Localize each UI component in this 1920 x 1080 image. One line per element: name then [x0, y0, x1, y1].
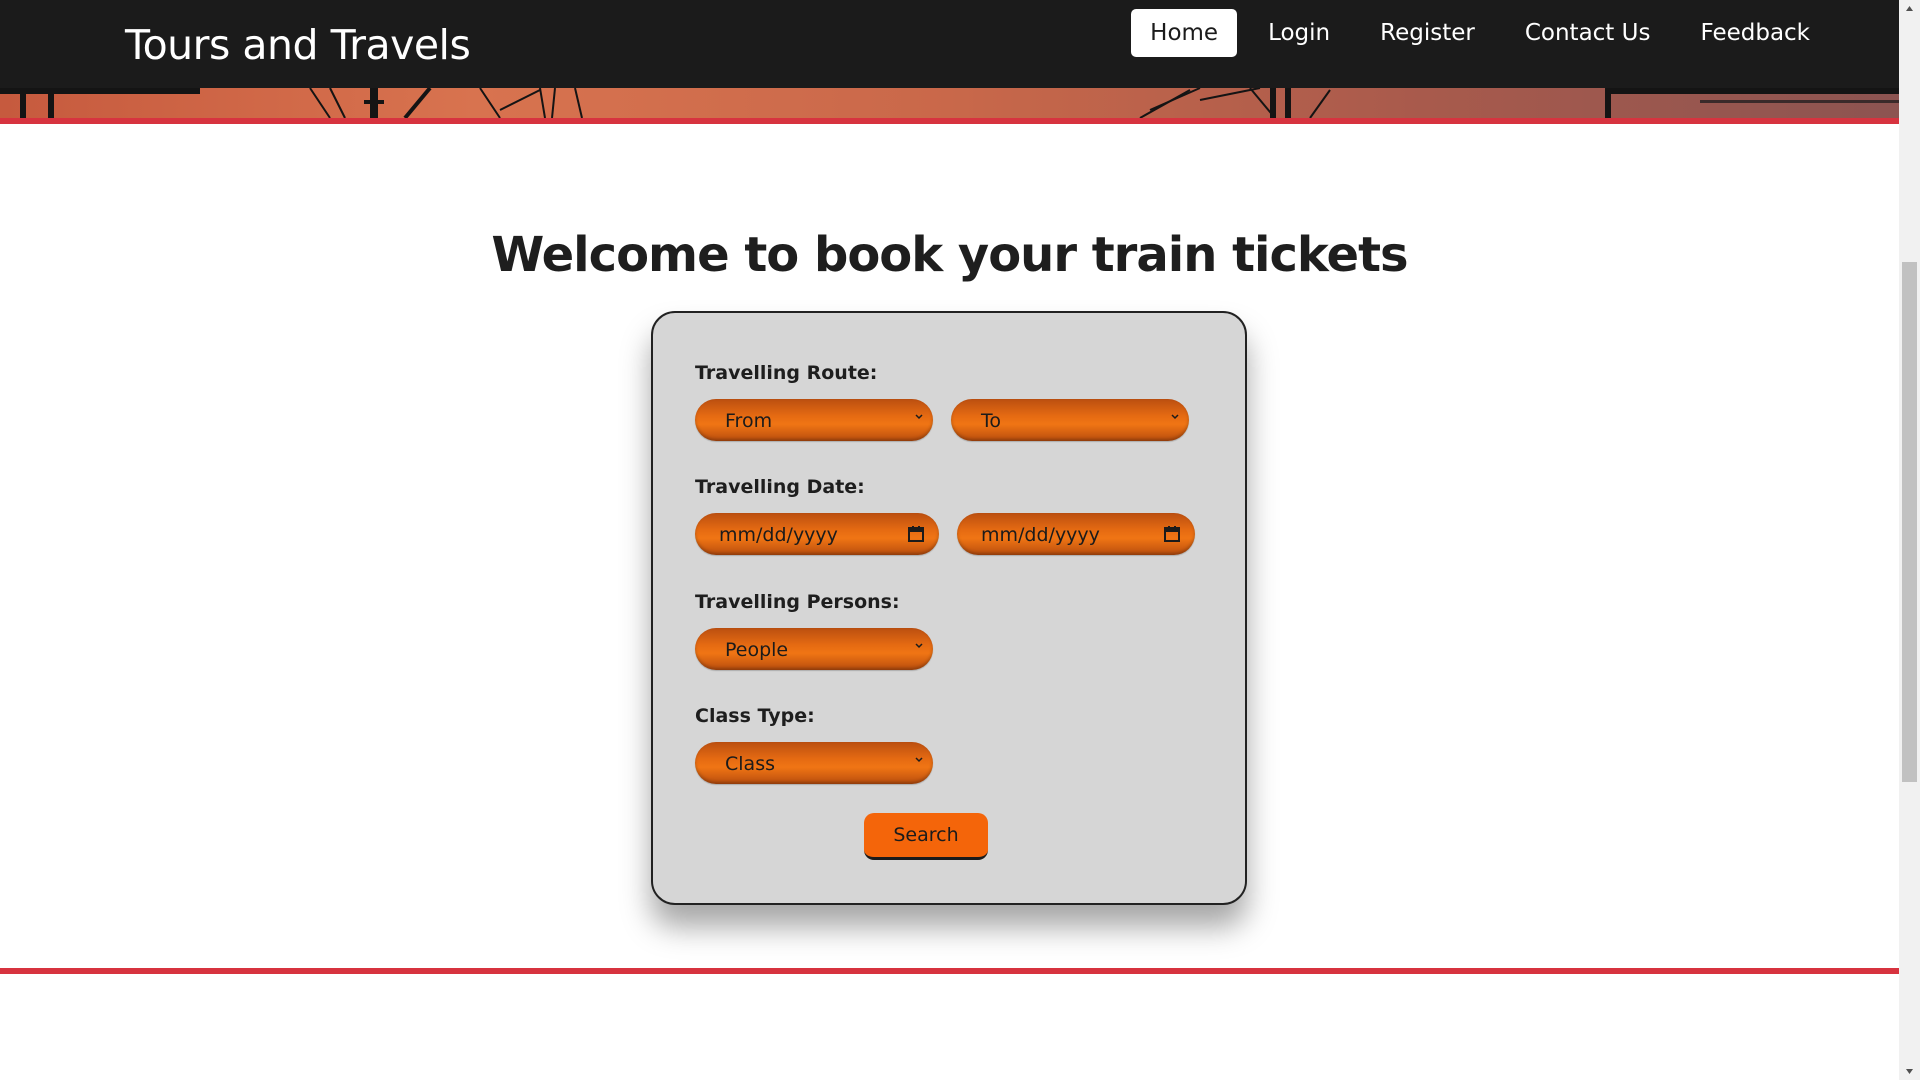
footer-divider	[0, 968, 1899, 974]
persons-select[interactable]: People	[695, 628, 933, 670]
nav-contact-us[interactable]: Contact Us	[1506, 9, 1670, 57]
brand-title[interactable]: Tours and Travels	[125, 16, 471, 74]
nav-home[interactable]: Home	[1131, 9, 1238, 57]
route-label: Travelling Route:	[695, 362, 878, 384]
class-select-value: Class	[725, 753, 775, 775]
date-label: Travelling Date:	[695, 476, 865, 498]
start-date-value: mm/dd/yyyy	[719, 524, 838, 546]
nav-menu: Home Login Register Contact Us Feedback	[1119, 9, 1829, 57]
page-viewport: Tours and Travels Home Login Register Co…	[0, 0, 1899, 1080]
search-button[interactable]: Search	[864, 813, 988, 860]
header-divider	[0, 118, 1899, 124]
calendar-icon[interactable]	[1163, 525, 1181, 543]
persons-select-value: People	[725, 639, 789, 661]
nav-login[interactable]: Login	[1249, 9, 1349, 57]
to-select[interactable]: To	[951, 399, 1189, 441]
end-date-input[interactable]: mm/dd/yyyy	[957, 513, 1195, 555]
scroll-down-arrow-icon[interactable]	[1899, 1063, 1920, 1080]
scrollbar-thumb[interactable]	[1902, 262, 1917, 782]
to-select-value: To	[981, 410, 1002, 432]
nav-feedback[interactable]: Feedback	[1681, 9, 1829, 57]
calendar-icon[interactable]	[907, 525, 925, 543]
class-select[interactable]: Class	[695, 742, 933, 784]
persons-label: Travelling Persons:	[695, 591, 900, 613]
start-date-input[interactable]: mm/dd/yyyy	[695, 513, 939, 555]
end-date-value: mm/dd/yyyy	[981, 524, 1100, 546]
chevron-down-icon	[915, 643, 923, 649]
chevron-down-icon	[915, 757, 923, 763]
hero-banner: Tours and Travels Home Login Register Co…	[0, 0, 1899, 120]
chevron-down-icon	[1171, 414, 1179, 420]
scroll-up-arrow-icon[interactable]	[1899, 0, 1920, 17]
page-heading: Welcome to book your train tickets	[491, 227, 1408, 283]
from-select-value: From	[725, 410, 773, 432]
chevron-down-icon	[915, 414, 923, 420]
navbar: Tours and Travels Home Login Register Co…	[0, 0, 1899, 88]
nav-register[interactable]: Register	[1361, 9, 1494, 57]
class-type-label: Class Type:	[695, 705, 815, 727]
from-select[interactable]: From	[695, 399, 933, 441]
vertical-scrollbar[interactable]	[1899, 0, 1920, 1080]
booking-form-card: Travelling Route: From To Travelling Dat…	[651, 311, 1247, 905]
